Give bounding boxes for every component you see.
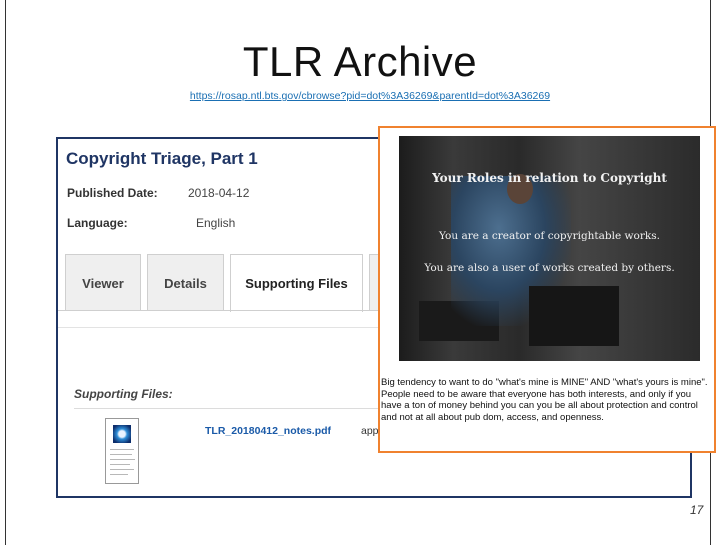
preview-slide-heading: Your Roles in relation to Copyright [432, 171, 667, 185]
file-thumbnail[interactable] [105, 418, 139, 484]
slide-title: TLR Archive [242, 38, 478, 85]
thumbnail-text-line [110, 469, 134, 470]
thumbnail-text-line [110, 454, 132, 455]
tab-details[interactable]: Details [147, 254, 224, 311]
supporting-file-link[interactable]: TLR_20180412_notes.pdf [205, 425, 331, 437]
thumbnail-text-line [110, 449, 134, 450]
published-date-label: Published Date: [67, 186, 158, 200]
published-date-value: 2018-04-12 [188, 186, 250, 200]
slide-preview-image [399, 136, 700, 361]
preview-slide-line-2: You are also a user of works created by … [424, 262, 675, 274]
thumbnail-image [113, 425, 131, 443]
thumbnail-text-line [110, 474, 128, 475]
tab-viewer[interactable]: Viewer [65, 254, 141, 311]
language-label: Language: [67, 216, 128, 230]
preview-slide-line-1: You are a creator of copyrightable works… [439, 230, 660, 242]
speaker-notes-text: Big tendency to want to do "what's mine … [381, 377, 708, 423]
thumbnail-text-line [110, 464, 130, 465]
thumbnail-text-line [110, 459, 135, 460]
tab-supporting-files[interactable]: Supporting Files [230, 254, 363, 312]
archive-url-link[interactable]: https://rosap.ntl.bts.gov/cbrowse?pid=do… [0, 90, 720, 102]
page-number: 17 [690, 503, 704, 517]
photo-stool [529, 286, 619, 346]
language-value: English [196, 216, 236, 230]
slide: TLR Archive https://rosap.ntl.bts.gov/cb… [0, 0, 720, 545]
record-title[interactable]: Copyright Triage, Part 1 [66, 149, 258, 169]
file-mime-type: app [361, 425, 379, 437]
supporting-files-heading: Supporting Files: [74, 387, 173, 401]
